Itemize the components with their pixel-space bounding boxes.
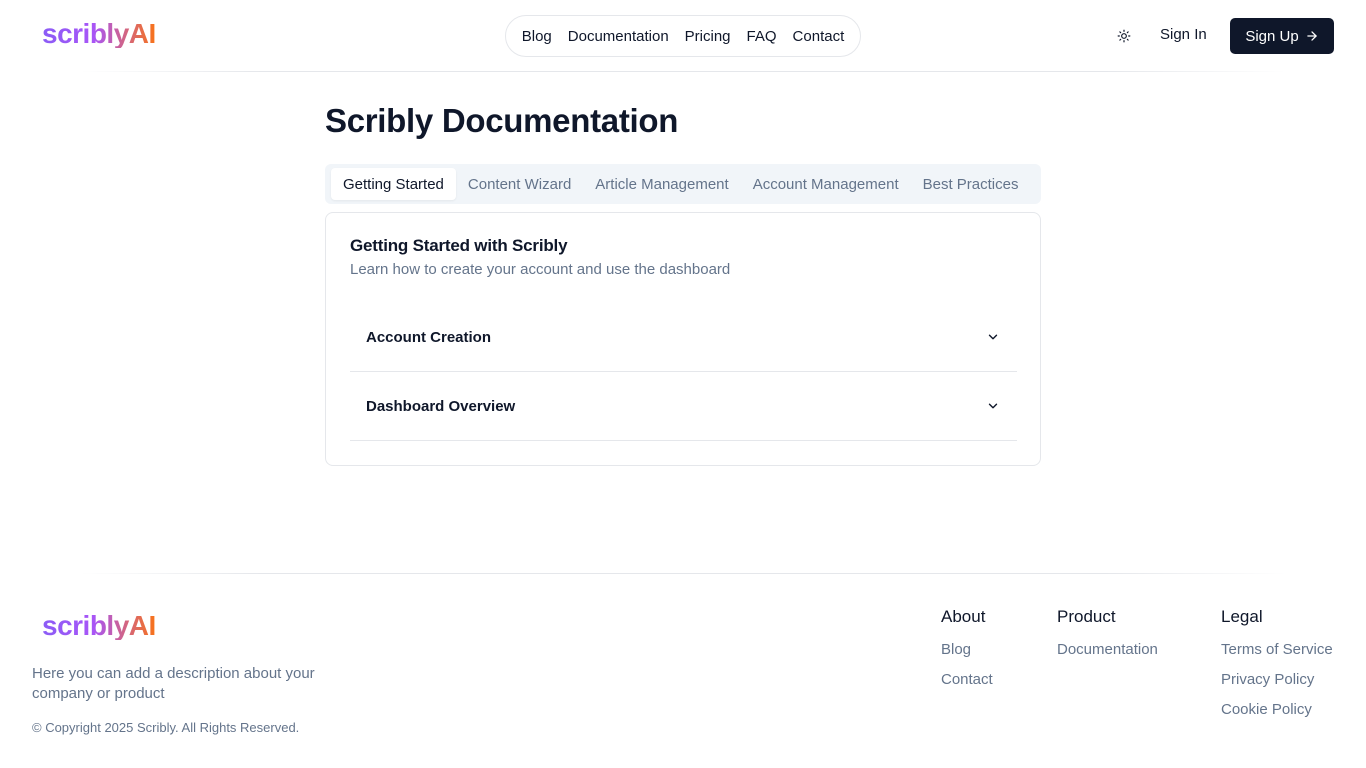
footer-brand-logo[interactable]: scriblyAI bbox=[42, 612, 156, 640]
site-header: scriblyAI Blog Documentation Pricing FAQ… bbox=[0, 0, 1366, 72]
accordion-label: Dashboard Overview bbox=[366, 397, 516, 415]
sign-up-button[interactable]: Sign Up bbox=[1230, 18, 1334, 54]
page-title: Scribly Documentation bbox=[325, 102, 679, 139]
footer-link-documentation[interactable]: Documentation bbox=[1057, 641, 1158, 671]
docs-tabs: Getting Started Content Wizard Article M… bbox=[325, 164, 1041, 204]
footer-link-privacy[interactable]: Privacy Policy bbox=[1221, 671, 1333, 701]
tab-best-practices[interactable]: Best Practices bbox=[911, 168, 1031, 200]
card-description: Learn how to create your account and use… bbox=[350, 261, 731, 278]
footer-link-contact[interactable]: Contact bbox=[941, 671, 993, 701]
footer-heading-legal: Legal bbox=[1221, 607, 1263, 626]
header-divider bbox=[80, 71, 1286, 72]
card-title: Getting Started with Scribly bbox=[350, 236, 568, 255]
getting-started-card: Getting Started with Scribly Learn how t… bbox=[325, 212, 1041, 466]
tab-content-wizard[interactable]: Content Wizard bbox=[456, 168, 583, 200]
footer-divider bbox=[80, 573, 1286, 574]
footer-column-product: Product Documentation bbox=[1057, 607, 1158, 671]
accordion-dashboard-overview[interactable]: Dashboard Overview bbox=[350, 372, 1017, 441]
accordion-account-creation[interactable]: Account Creation bbox=[350, 303, 1017, 372]
chevron-down-icon bbox=[985, 398, 1001, 414]
footer-column-about: About Blog Contact bbox=[941, 607, 993, 701]
footer-column-legal: Legal Terms of Service Privacy Policy Co… bbox=[1221, 607, 1333, 731]
footer-link-terms[interactable]: Terms of Service bbox=[1221, 641, 1333, 671]
arrow-right-icon bbox=[1306, 31, 1317, 41]
footer-heading-about: About bbox=[941, 607, 986, 626]
nav-link-pricing[interactable]: Pricing bbox=[685, 28, 731, 45]
sign-in-button[interactable]: Sign In bbox=[1160, 26, 1207, 43]
main-nav: Blog Documentation Pricing FAQ Contact bbox=[505, 15, 861, 57]
accordion-label: Account Creation bbox=[366, 328, 492, 346]
footer-link-cookie[interactable]: Cookie Policy bbox=[1221, 701, 1333, 731]
brand-logo[interactable]: scriblyAI bbox=[42, 20, 156, 48]
nav-link-blog[interactable]: Blog bbox=[522, 28, 552, 45]
theme-toggle-button[interactable] bbox=[1110, 22, 1138, 50]
tab-getting-started[interactable]: Getting Started bbox=[331, 168, 456, 200]
tab-account-management[interactable]: Account Management bbox=[741, 168, 911, 200]
nav-link-contact[interactable]: Contact bbox=[793, 28, 845, 45]
copyright-text: © Copyright 2025 Scribly. All Rights Res… bbox=[32, 720, 300, 735]
nav-link-documentation[interactable]: Documentation bbox=[568, 28, 669, 45]
sun-icon bbox=[1117, 29, 1131, 43]
footer-description: Here you can add a description about you… bbox=[32, 665, 315, 702]
nav-link-faq[interactable]: FAQ bbox=[747, 28, 777, 45]
footer-link-blog[interactable]: Blog bbox=[941, 641, 993, 671]
sign-up-label: Sign Up bbox=[1245, 27, 1299, 45]
tab-article-management[interactable]: Article Management bbox=[583, 168, 740, 200]
footer-heading-product: Product bbox=[1057, 607, 1116, 626]
chevron-down-icon bbox=[985, 329, 1001, 345]
